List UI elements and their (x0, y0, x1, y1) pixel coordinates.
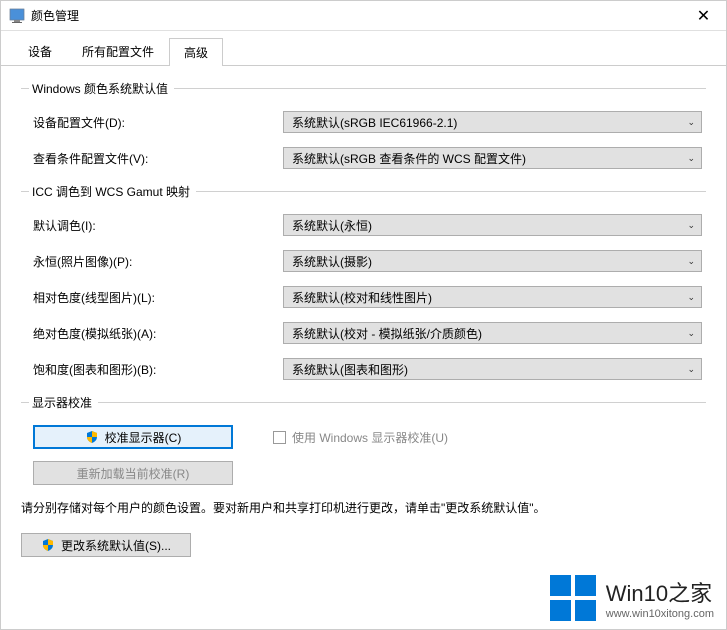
default-intent-value: 系统默认(永恒) (292, 217, 372, 234)
change-system-defaults-button[interactable]: 更改系统默认值(S)... (21, 533, 191, 557)
watermark-url: www.win10xitong.com (606, 608, 714, 620)
tab-devices[interactable]: 设备 (13, 37, 67, 65)
relative-select[interactable]: 系统默认(校对和线性图片) ⌄ (283, 286, 702, 308)
group-calibration-legend: 显示器校准 (29, 394, 98, 411)
absolute-label: 绝对色度(模拟纸张)(A): (33, 325, 283, 342)
chevron-down-icon: ⌄ (687, 153, 695, 164)
viewing-profile-select[interactable]: 系统默认(sRGB 查看条件的 WCS 配置文件) ⌄ (283, 147, 702, 169)
reload-calibration-button[interactable]: 重新加载当前校准(R) (33, 461, 233, 485)
default-intent-select[interactable]: 系统默认(永恒) ⌄ (283, 214, 702, 236)
hint-text: 请分别存储对每个用户的颜色设置。要对新用户和共享打印机进行更改，请单击"更改系统… (21, 499, 706, 517)
group-gamut-legend: ICC 调色到 WCS Gamut 映射 (29, 183, 196, 200)
tab-bar: 设备 所有配置文件 高级 (1, 31, 726, 66)
group-calibration: 显示器校准 校准显示器(C) 使用 Windows 显示器校准(U) (21, 394, 706, 485)
perceptual-label: 永恒(照片图像)(P): (33, 253, 283, 270)
shield-icon (85, 430, 99, 444)
saturation-value: 系统默认(图表和图形) (292, 361, 408, 378)
perceptual-select[interactable]: 系统默认(摄影) ⌄ (283, 250, 702, 272)
close-button[interactable]: ✕ (681, 1, 726, 31)
calibrate-button-label: 校准显示器(C) (105, 429, 182, 446)
change-defaults-label: 更改系统默认值(S)... (61, 537, 171, 554)
windows-logo-icon (550, 575, 596, 621)
window-title: 颜色管理 (31, 7, 681, 24)
absolute-value: 系统默认(校对 - 模拟纸张/介质颜色) (292, 325, 482, 342)
chevron-down-icon: ⌄ (687, 364, 695, 375)
titlebar: 颜色管理 ✕ (1, 1, 726, 31)
perceptual-value: 系统默认(摄影) (292, 253, 372, 270)
viewing-profile-value: 系统默认(sRGB 查看条件的 WCS 配置文件) (292, 150, 526, 167)
watermark: Win10之家 www.win10xitong.com (550, 575, 714, 621)
chevron-down-icon: ⌄ (687, 292, 695, 303)
color-management-icon (9, 8, 25, 24)
use-windows-calibration-checkbox[interactable]: 使用 Windows 显示器校准(U) (273, 429, 448, 446)
device-profile-value: 系统默认(sRGB IEC61966-2.1) (292, 114, 457, 131)
reload-button-label: 重新加载当前校准(R) (77, 465, 190, 482)
watermark-title: Win10之家 (606, 576, 714, 608)
shield-icon (41, 538, 55, 552)
group-defaults-legend: Windows 颜色系统默认值 (29, 80, 174, 97)
chevron-down-icon: ⌄ (687, 220, 695, 231)
relative-value: 系统默认(校对和线性图片) (292, 289, 432, 306)
calibrate-display-button[interactable]: 校准显示器(C) (33, 425, 233, 449)
content-area: Windows 颜色系统默认值 设备配置文件(D): 系统默认(sRGB IEC… (1, 66, 726, 565)
default-intent-label: 默认调色(I): (33, 217, 283, 234)
group-icc-gamut: ICC 调色到 WCS Gamut 映射 默认调色(I): 系统默认(永恒) ⌄… (21, 183, 706, 380)
chevron-down-icon: ⌄ (687, 328, 695, 339)
group-windows-defaults: Windows 颜色系统默认值 设备配置文件(D): 系统默认(sRGB IEC… (21, 80, 706, 169)
chevron-down-icon: ⌄ (687, 117, 695, 128)
relative-label: 相对色度(线型图片)(L): (33, 289, 283, 306)
chevron-down-icon: ⌄ (687, 256, 695, 267)
saturation-select[interactable]: 系统默认(图表和图形) ⌄ (283, 358, 702, 380)
saturation-label: 饱和度(图表和图形)(B): (33, 361, 283, 378)
device-profile-label: 设备配置文件(D): (33, 114, 283, 131)
tab-all-profiles[interactable]: 所有配置文件 (67, 37, 169, 65)
tab-advanced[interactable]: 高级 (169, 38, 223, 66)
close-icon: ✕ (697, 6, 710, 26)
absolute-select[interactable]: 系统默认(校对 - 模拟纸张/介质颜色) ⌄ (283, 322, 702, 344)
checkbox-icon (273, 431, 286, 444)
viewing-profile-label: 查看条件配置文件(V): (33, 150, 283, 167)
checkbox-label: 使用 Windows 显示器校准(U) (292, 429, 448, 446)
device-profile-select[interactable]: 系统默认(sRGB IEC61966-2.1) ⌄ (283, 111, 702, 133)
